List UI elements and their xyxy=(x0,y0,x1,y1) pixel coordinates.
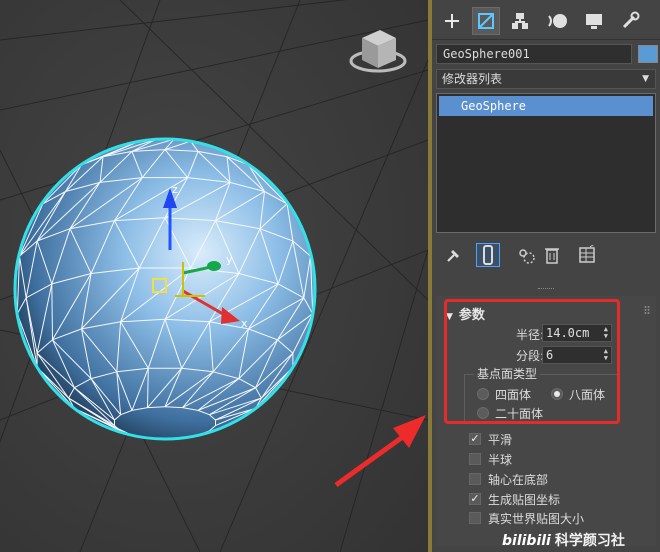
remove-modifier-trash-icon[interactable] xyxy=(540,243,564,267)
command-panel-tabs xyxy=(432,0,660,40)
stack-item-geosphere[interactable]: GeoSphere xyxy=(439,96,653,116)
show-end-result-icon[interactable] xyxy=(476,243,500,267)
hierarchy-tab-icon[interactable] xyxy=(506,7,534,35)
object-name-row: GeoSphere001 xyxy=(436,44,658,64)
gizmo-y-label: y xyxy=(226,253,233,266)
create-tab-icon[interactable] xyxy=(438,7,466,35)
app-window: z y x GeoSphere001 修改器列表 ▼ GeoSphere ▼ 参… xyxy=(0,0,660,552)
configure-sets-icon[interactable] xyxy=(576,243,600,267)
watermark: bilibili 科学颜习社 xyxy=(502,530,625,550)
object-color-swatch[interactable] xyxy=(638,45,658,63)
make-unique-icon[interactable] xyxy=(514,243,538,267)
display-tab-icon[interactable] xyxy=(580,7,608,35)
command-panel: GeoSphere001 修改器列表 ▼ GeoSphere ▼ 参数 半径: … xyxy=(432,0,660,552)
chevron-down-icon: ▼ xyxy=(642,74,649,84)
modifier-stack[interactable]: GeoSphere xyxy=(436,93,656,233)
watermark-text: 科学颜习社 xyxy=(554,533,625,549)
generate-map-coords-checkbox[interactable]: ✓ xyxy=(469,493,481,505)
base-to-pivot-checkbox[interactable] xyxy=(469,473,481,485)
smooth-label: 平滑 xyxy=(488,433,513,447)
modify-tab-icon[interactable] xyxy=(472,7,500,35)
utilities-wrench-icon[interactable] xyxy=(616,7,644,35)
object-name-field[interactable]: GeoSphere001 xyxy=(436,44,632,64)
real-world-map-size-label: 真实世界贴图大小 xyxy=(488,512,585,526)
generate-map-coords-label: 生成贴图坐标 xyxy=(488,493,561,507)
modifier-list-label: 修改器列表 xyxy=(442,72,503,86)
gizmo-z-label: z xyxy=(172,183,178,196)
modifier-list-dropdown[interactable]: 修改器列表 ▼ xyxy=(436,69,656,89)
annotation-highlight-box xyxy=(444,299,620,424)
motion-tab-icon[interactable] xyxy=(544,7,572,35)
smooth-checkbox[interactable]: ✓ xyxy=(469,433,481,445)
real-world-map-size-checkbox[interactable] xyxy=(469,512,481,524)
bilibili-logo: bilibili xyxy=(502,533,551,549)
viewport-canvas: z y x xyxy=(0,0,428,552)
perspective-viewport[interactable]: z y x xyxy=(0,0,428,552)
rollout-drag-dots-icon[interactable] xyxy=(644,305,650,315)
hemisphere-label: 半球 xyxy=(488,453,513,467)
base-to-pivot-label: 轴心在底部 xyxy=(488,473,549,487)
stack-toolbar xyxy=(432,241,660,271)
pin-stack-icon[interactable] xyxy=(442,243,466,267)
gizmo-x-label: x xyxy=(241,317,248,330)
panel-resize-grip[interactable] xyxy=(538,288,554,292)
mesh-edge xyxy=(51,283,53,340)
hemisphere-checkbox[interactable] xyxy=(469,453,481,465)
